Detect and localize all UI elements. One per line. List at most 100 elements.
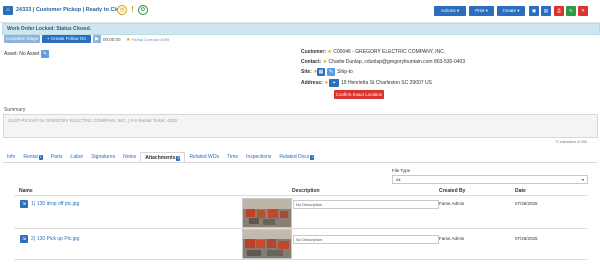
- tab-label: Signatures: [91, 154, 116, 160]
- site-value: Ship-to: [337, 69, 353, 75]
- attachment-link[interactable]: 2) 130 Pick up Pic.jpg: [31, 236, 79, 242]
- locked-alert: Work Order Locked: Status Closed.: [2, 23, 600, 35]
- home-icon[interactable]: ⌂: [3, 6, 13, 15]
- print-icon[interactable]: ⎙: [554, 6, 564, 16]
- tab-badge: 2: [176, 156, 181, 161]
- chevron-down-icon: ▾: [581, 177, 584, 182]
- tab-signatures[interactable]: Signatures: [87, 152, 119, 162]
- exclamation-icon[interactable]: !: [130, 5, 135, 15]
- page-title: 24333 | Customer Pickup | Ready to Close: [16, 7, 126, 13]
- created-by-text: Fame Admin: [439, 236, 465, 241]
- summary-label: Summary: [4, 107, 26, 113]
- tab-labor[interactable]: Labor: [66, 152, 87, 162]
- site-map-icon[interactable]: ▦: [317, 68, 325, 76]
- tab-bar: Info Rental 1 Parts Labor Signatures Note…: [3, 152, 318, 163]
- col-name[interactable]: Name: [19, 188, 33, 194]
- tab-label: Inspections: [246, 154, 272, 160]
- site-label: Site:: [301, 69, 312, 75]
- play-icon[interactable]: ▶: [93, 35, 101, 43]
- created-by-text: Fame Admin: [439, 201, 465, 206]
- partial-contract-text: Partial Contract 4069: [131, 37, 170, 42]
- char-count: 72 characters of 255: [555, 140, 587, 144]
- close-icon[interactable]: ✕: [578, 6, 588, 16]
- tab-related-wos[interactable]: Related WOs: [185, 152, 223, 162]
- attachment-thumbnail[interactable]: [242, 229, 292, 259]
- tab-info[interactable]: Info: [3, 152, 19, 162]
- confirm-location-button[interactable]: Confirm Exact Location: [334, 90, 384, 99]
- photo-image: [243, 230, 291, 258]
- address-label: Address:: [301, 80, 323, 86]
- tab-label: Labor: [70, 154, 84, 160]
- customer-field: Customer: ★ C00046 - GREGORY ELECTRIC CO…: [301, 49, 445, 55]
- date-text: 07/28/2025: [515, 201, 538, 206]
- site-field: Site: ★: [301, 69, 318, 75]
- create-follow-on-button[interactable]: + Create Follow On: [42, 35, 91, 43]
- star-icon: ★: [324, 80, 329, 86]
- status-icons: ◷ ! ⚙: [117, 5, 148, 15]
- tab-label: Time: [227, 154, 239, 160]
- refresh-icon[interactable]: ↻: [566, 6, 576, 16]
- print-label: Print: [475, 8, 485, 13]
- toolbar-button-1[interactable]: ▣: [529, 6, 539, 16]
- tab-divider: [3, 162, 597, 163]
- attachment-link[interactable]: 1) 130 drop off pic.jpg: [31, 201, 79, 207]
- tab-label: Parts: [50, 154, 63, 160]
- tab-label: Related Docs: [279, 154, 310, 160]
- gear-icon[interactable]: ⚙: [138, 5, 148, 15]
- file-type-select[interactable]: All ▾: [392, 175, 588, 184]
- tab-inspections[interactable]: Inspections: [242, 152, 275, 162]
- actions-label: Actions: [440, 8, 456, 13]
- row-divider: [14, 259, 588, 260]
- address-field: Address: ★: [301, 80, 329, 86]
- file-type-value: All: [396, 177, 401, 182]
- print-dropdown-button[interactable]: Print ▾: [469, 6, 494, 16]
- actions-dropdown-button[interactable]: Actions ▾: [434, 6, 466, 16]
- file-icon: ⇲: [20, 200, 28, 208]
- partial-contract-link[interactable]: ★ Partial Contract 4069: [126, 37, 169, 43]
- asset-label: Asset:: [4, 51, 18, 57]
- star-icon: ★: [322, 59, 328, 65]
- tab-label: Rental: [23, 154, 38, 160]
- map-marker-icon[interactable]: ⌖: [329, 79, 339, 87]
- tab-time[interactable]: Time: [223, 152, 242, 162]
- clock-icon[interactable]: ◷: [117, 5, 127, 15]
- col-created-by[interactable]: Created By: [439, 188, 465, 194]
- tab-label: Notes: [123, 154, 137, 160]
- create-label: Create: [502, 8, 516, 13]
- toolbar-button-2[interactable]: ▤: [541, 6, 551, 16]
- tab-related-docs[interactable]: Related Docs 1: [275, 152, 318, 162]
- asset-edit-icon[interactable]: ✎: [41, 50, 49, 58]
- tab-badge: 1: [310, 155, 315, 160]
- customer-value[interactable]: C00046 - GREGORY ELECTRIC COMPANY, INC.: [333, 49, 445, 55]
- description-input[interactable]: No Description: [293, 235, 439, 244]
- row-divider: [14, 228, 588, 229]
- photo-image: [243, 199, 291, 227]
- col-date[interactable]: Date: [515, 188, 526, 194]
- page-header: ⌂ 24333 | Customer Pickup | Ready to Clo…: [0, 0, 600, 23]
- contact-label: Contact:: [301, 59, 322, 65]
- col-description[interactable]: Description: [292, 188, 320, 194]
- table-header-divider: [14, 195, 588, 196]
- summary-textarea[interactable]: CUST-PICKUP for GREGORY ELECTRIC COMPANY…: [3, 114, 598, 138]
- star-icon: ★: [126, 37, 131, 43]
- address-value: 19 Henrietta St Charleston SC 29007 US: [341, 80, 432, 86]
- tab-rental[interactable]: Rental 1: [19, 152, 46, 162]
- star-icon: ★: [327, 49, 332, 55]
- create-dropdown-button[interactable]: Create ▾: [497, 6, 525, 16]
- tab-badge: 1: [38, 155, 43, 160]
- summary-text: CUST-PICKUP for GREGORY ELECTRIC COMPANY…: [8, 118, 178, 123]
- date-text: 07/28/2025: [515, 236, 538, 241]
- complete-stage-button[interactable]: Complete Stage: [4, 35, 40, 43]
- tab-label: Info: [7, 154, 16, 160]
- asset-field: Asset: No Asset: [4, 51, 39, 57]
- file-type-label: File Type: [392, 168, 411, 173]
- tab-notes[interactable]: Notes: [119, 152, 140, 162]
- attachment-thumbnail[interactable]: [242, 198, 292, 228]
- site-edit-icon[interactable]: ✎: [327, 68, 335, 76]
- tab-label: Attachments: [145, 155, 176, 161]
- description-input[interactable]: No Description: [293, 200, 439, 209]
- timer-text: 00:00:00: [103, 37, 121, 42]
- tab-parts[interactable]: Parts: [47, 152, 67, 162]
- customer-label: Customer:: [301, 49, 327, 55]
- contact-field: Contact: ★ Charlie Dunlap, cdunlap@grego…: [301, 59, 465, 65]
